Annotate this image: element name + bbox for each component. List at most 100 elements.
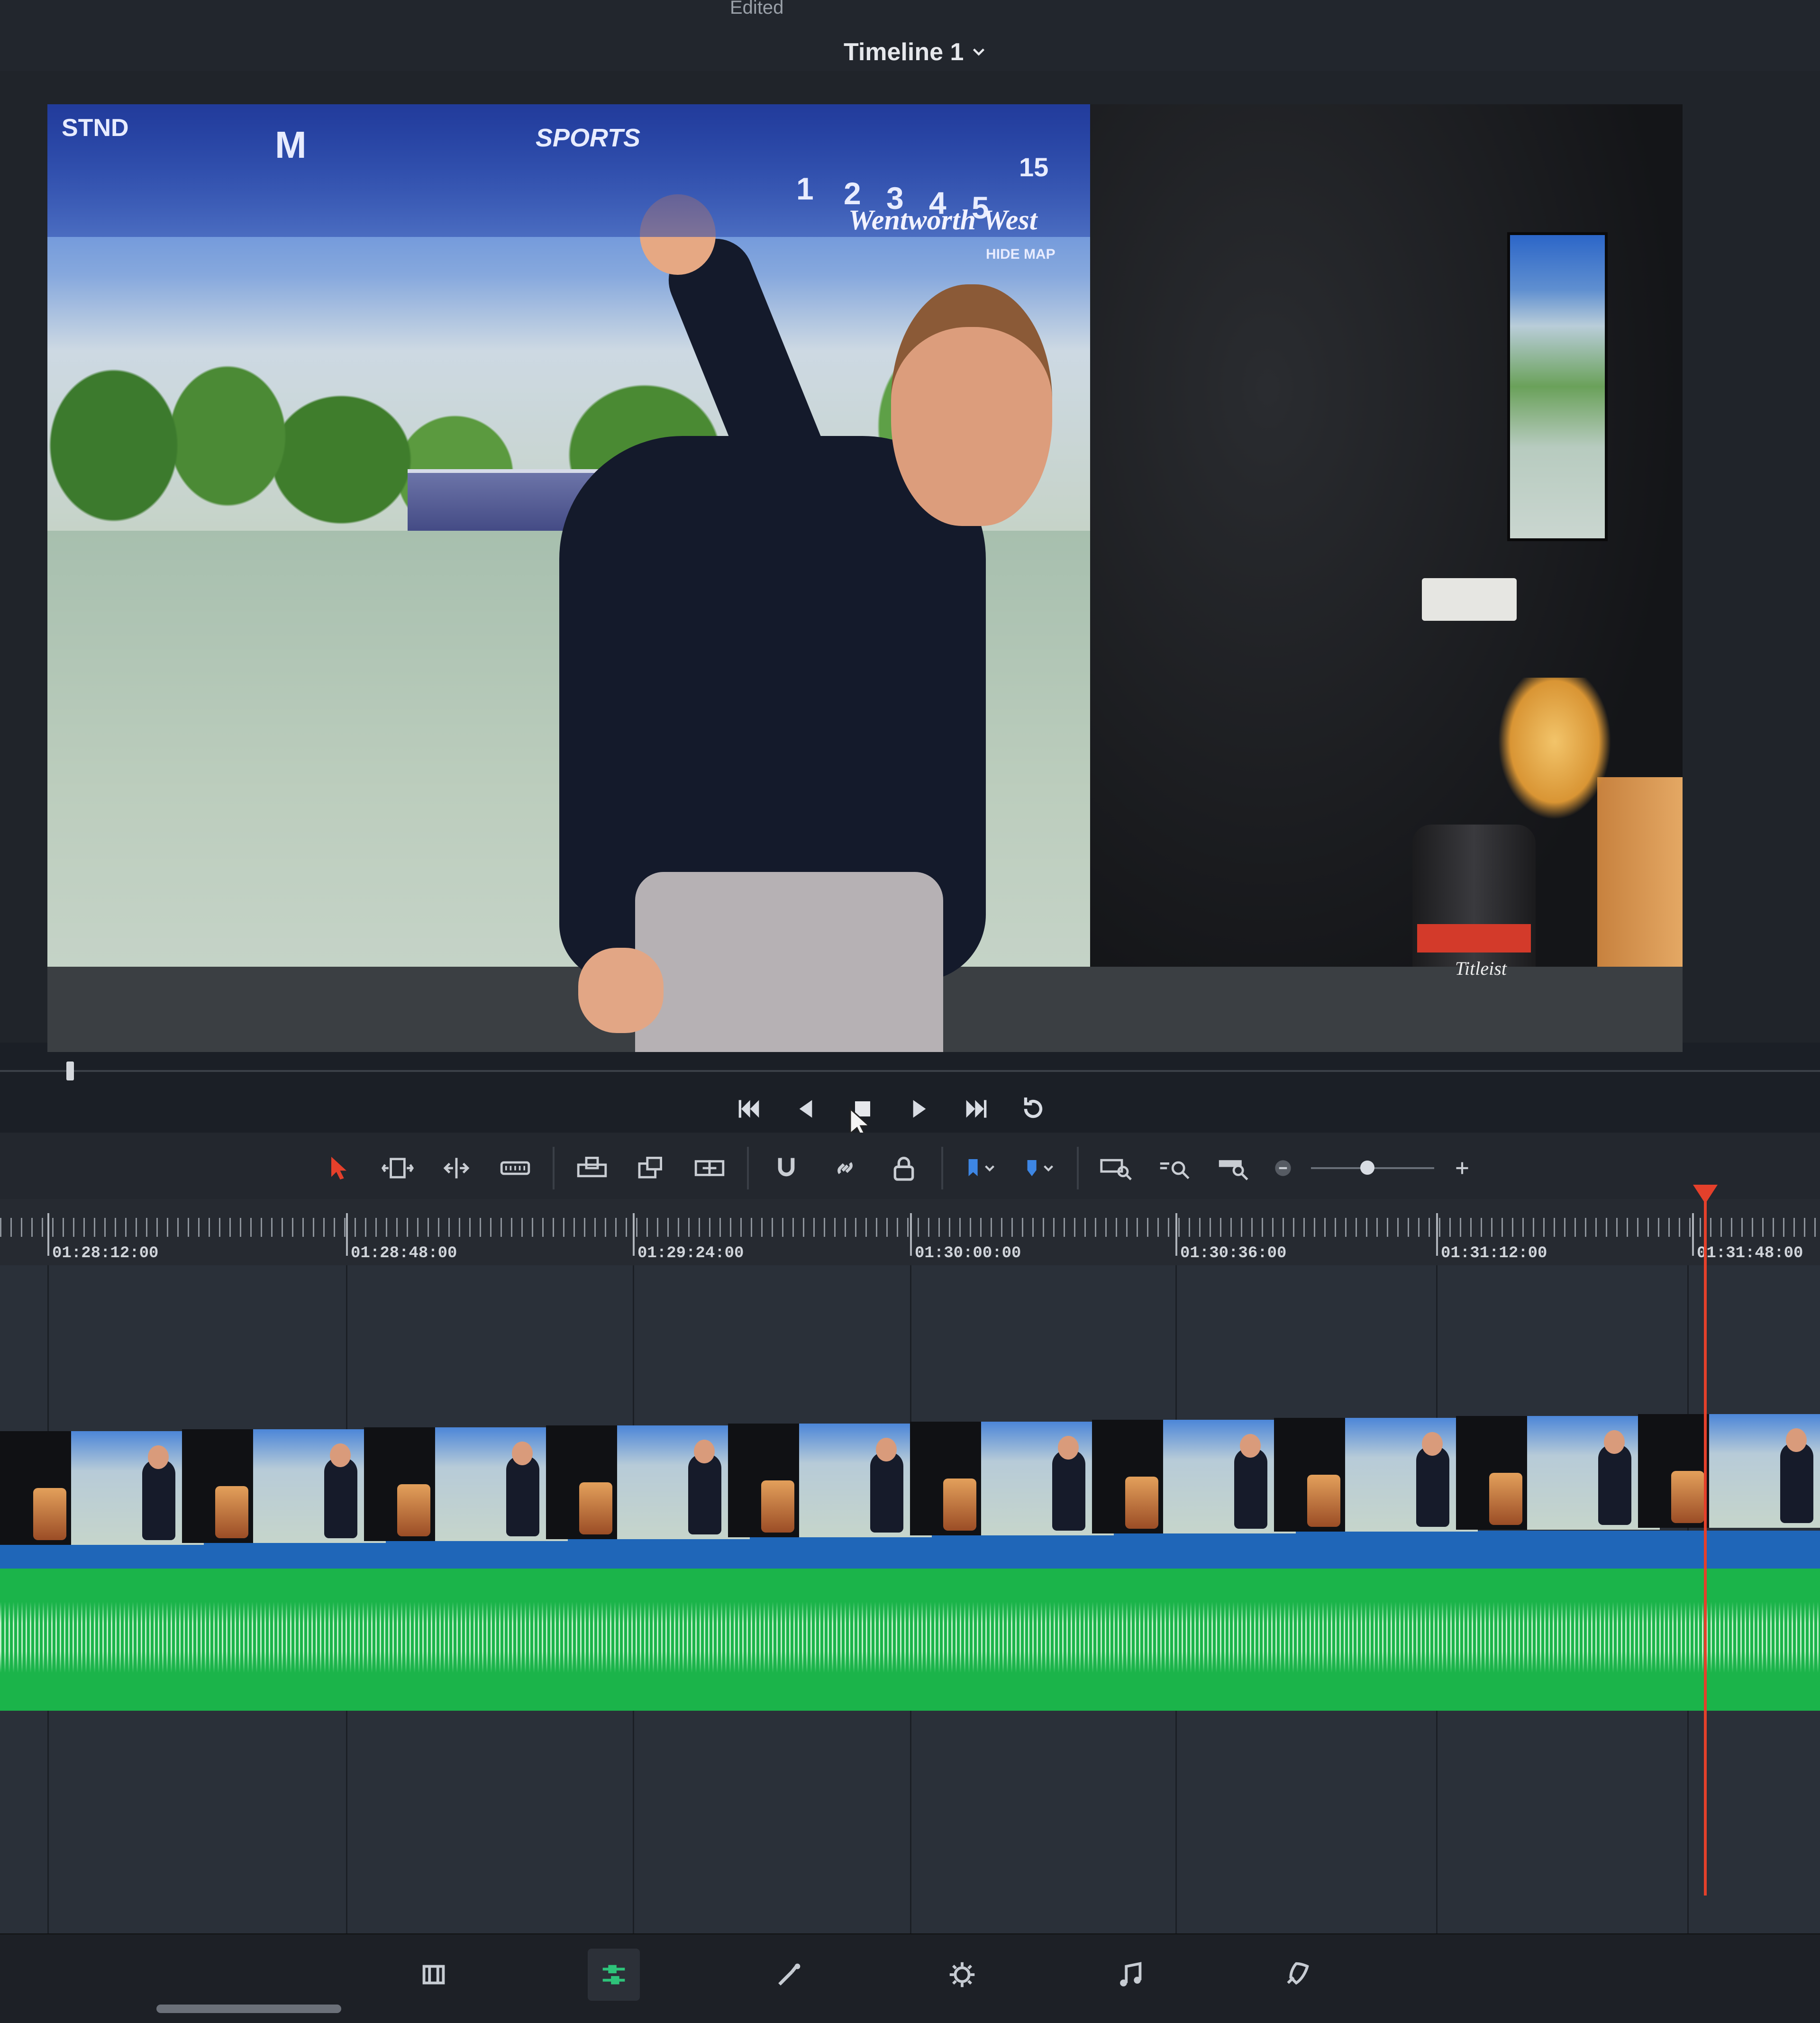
play-button[interactable] [901, 1090, 938, 1128]
thumbnail-headcover [1671, 1471, 1704, 1523]
ruler-major-tick [346, 1213, 348, 1256]
clip-thumbnail[interactable] [728, 1424, 932, 1537]
edit-page-icon [602, 1965, 625, 1985]
timecode-label: 01:29:24:00 [637, 1244, 744, 1262]
replace-clip-tool[interactable] [688, 1149, 731, 1187]
blade-tool[interactable] [494, 1149, 537, 1187]
clip-thumbnail[interactable] [1638, 1414, 1820, 1528]
clip-thumbnail[interactable] [1456, 1416, 1660, 1530]
simulator-hud: STND M SPORTS 1 2 3 4 5 15 HIDE MAP Went… [47, 104, 1090, 262]
linked-selection-toggle[interactable] [824, 1149, 866, 1187]
play-reverse-icon [799, 1100, 812, 1118]
clip-thumbnail[interactable] [0, 1431, 204, 1545]
fusion-page-button[interactable] [763, 1949, 815, 2001]
thumbnail-golfer [688, 1454, 721, 1534]
zoom-in-button[interactable] [1450, 1149, 1474, 1187]
thumbnail-golfer [1234, 1448, 1267, 1529]
thumbnail-golfer [142, 1460, 175, 1540]
toolbar-separator [553, 1147, 555, 1189]
clip-thumbnail[interactable] [546, 1425, 750, 1539]
loop-button[interactable] [1014, 1090, 1052, 1128]
horizontal-scrollbar[interactable] [156, 2005, 341, 2013]
timeline-selector[interactable]: Timeline 1 [844, 38, 987, 66]
color-page-icon [949, 1962, 975, 1987]
scrubber-handle[interactable] [66, 1061, 74, 1080]
insert-clip-tool[interactable] [571, 1149, 613, 1187]
toolbar-separator [1077, 1147, 1079, 1189]
fairlight-page-button[interactable] [1104, 1949, 1156, 2001]
thumbnail-golfer-head [512, 1442, 533, 1465]
cut-page-button[interactable] [408, 1949, 460, 2001]
clip-thumbnail[interactable] [1274, 1418, 1478, 1532]
thumbnail-golfer-head [1786, 1428, 1807, 1452]
chevron-down-icon [973, 48, 985, 56]
dynamic-trim-icon [443, 1158, 470, 1179]
play-icon [913, 1100, 926, 1118]
viewer-scrubber[interactable] [0, 1061, 1820, 1080]
ruler-major-tick [633, 1213, 635, 1256]
full-extent-zoom[interactable] [1095, 1149, 1138, 1187]
audio-track-a1[interactable] [0, 1569, 1820, 1711]
cut-page-icon [422, 1965, 445, 1985]
zoom-out-button[interactable] [1271, 1149, 1295, 1187]
thumbnail-headcover [943, 1479, 976, 1531]
timecode-ruler[interactable]: 01:28:12:00 01:28:48:00 01:29:24:00 01:3… [0, 1199, 1820, 1266]
blade-icon [500, 1161, 530, 1175]
edit-page-button[interactable] [588, 1949, 640, 2001]
video-track-v1[interactable] [0, 1414, 1820, 1569]
minus-icon [1275, 1160, 1291, 1176]
jump-start-button[interactable] [730, 1090, 768, 1128]
color-page-button[interactable] [936, 1949, 988, 2001]
zoom-detail-icon [1160, 1161, 1190, 1179]
custom-zoom[interactable] [1212, 1149, 1255, 1187]
play-reverse-button[interactable] [787, 1090, 825, 1128]
marker-dropdown[interactable] [1018, 1149, 1061, 1187]
top-bar: Edited Timeline 1 [0, 0, 1820, 72]
zoom-full-icon [1100, 1159, 1132, 1180]
thumbnail-golfer-head [148, 1445, 169, 1469]
deliver-page-button[interactable] [1270, 1949, 1322, 2001]
hud-m: M [275, 124, 307, 166]
plus-icon [1456, 1162, 1468, 1174]
clip-thumbnail[interactable] [364, 1427, 568, 1541]
golfer-legs [635, 872, 943, 1052]
thumbnail-golfer-head [1240, 1434, 1261, 1458]
hud-hide-map[interactable]: HIDE MAP [986, 246, 1056, 263]
zoom-custom-icon [1219, 1160, 1248, 1180]
overwrite-clip-tool[interactable] [629, 1149, 672, 1187]
fairlight-page-icon [1120, 1962, 1142, 1987]
wall-switch [1422, 578, 1517, 621]
thumbnail-headcover [33, 1488, 66, 1540]
scrubber-track[interactable] [0, 1070, 1820, 1072]
golfer-head [891, 284, 1052, 526]
clip-thumbnail[interactable] [910, 1422, 1114, 1535]
viewer: STND M SPORTS 1 2 3 4 5 15 HIDE MAP Went… [0, 71, 1820, 1052]
trim-icon [381, 1158, 414, 1179]
lock-icon [893, 1157, 914, 1181]
thumbnail-headcover [397, 1484, 430, 1536]
thumbnail-headcover [1125, 1477, 1158, 1529]
detail-zoom[interactable] [1154, 1149, 1196, 1187]
flag-dropdown[interactable] [959, 1149, 1002, 1187]
clip-thumbnail[interactable] [1092, 1420, 1296, 1533]
deliver-page-icon [1287, 1962, 1309, 1985]
zoom-slider[interactable] [1311, 1154, 1434, 1182]
timecode-label: 01:30:00:00 [915, 1244, 1021, 1262]
selection-tool[interactable] [318, 1149, 360, 1187]
clip-thumbnail[interactable] [182, 1429, 386, 1543]
insert-icon [577, 1157, 607, 1178]
position-lock-toggle[interactable] [883, 1149, 925, 1187]
ruler-major-tick [1436, 1213, 1438, 1256]
transport-controls [730, 1088, 1052, 1130]
jump-end-button[interactable] [957, 1090, 995, 1128]
selection-icon [331, 1157, 346, 1179]
zoom-slider-knob[interactable] [1360, 1161, 1374, 1175]
thumbnail-golfer-head [1058, 1436, 1079, 1460]
thumbnail-golfer-head [330, 1443, 351, 1467]
snapping-toggle[interactable] [765, 1149, 808, 1187]
playhead[interactable] [1704, 1185, 1707, 1896]
trim-tool[interactable] [376, 1149, 419, 1187]
jump-start-icon [738, 1100, 759, 1118]
dynamic-trim-tool[interactable] [435, 1149, 478, 1187]
replace-icon [694, 1160, 725, 1176]
